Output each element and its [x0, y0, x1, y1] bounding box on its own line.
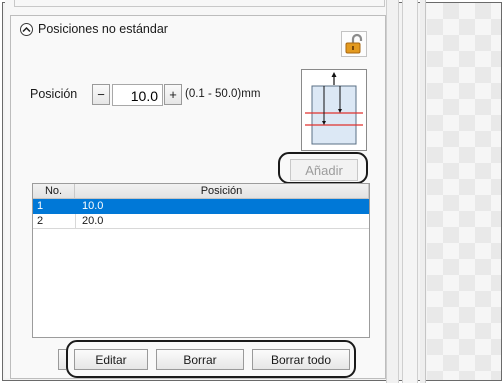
table-row[interactable]: 1 10.0 [33, 199, 369, 214]
add-button-callout [278, 152, 368, 184]
expander-label: Posiciones no estándar [38, 22, 168, 36]
previous-group-edge [14, 0, 385, 7]
table-row[interactable]: 2 20.0 [33, 214, 369, 229]
row-position: 20.0 [75, 214, 369, 228]
row-position: 10.0 [75, 199, 369, 213]
preview-area [427, 3, 501, 380]
non-standard-positions-expander[interactable]: Posiciones no estándar [20, 21, 168, 37]
splitter-edge [420, 0, 426, 383]
splitter[interactable] [402, 0, 418, 383]
position-value-input[interactable] [112, 84, 163, 106]
position-label: Posición [30, 87, 78, 101]
panel-scrollbar[interactable] [386, 0, 399, 383]
row-number: 2 [37, 215, 44, 227]
table-header: No. Posición [33, 184, 369, 199]
header-position[interactable]: Posición [75, 184, 369, 198]
action-buttons-callout [66, 340, 356, 378]
decrement-button[interactable]: − [92, 84, 110, 105]
unlocked-padlock-icon[interactable] [341, 31, 367, 57]
positions-table[interactable]: No. Posición 1 10.0 2 20.0 [32, 183, 370, 338]
header-no[interactable]: No. [33, 184, 75, 198]
position-diagram [301, 69, 367, 151]
increment-button[interactable]: + [164, 84, 182, 105]
chevron-up-icon[interactable] [20, 22, 33, 36]
clipped-button-edge [58, 349, 66, 370]
row-number: 1 [37, 200, 44, 212]
position-range-text: (0.1 - 50.0)mm [185, 88, 261, 100]
